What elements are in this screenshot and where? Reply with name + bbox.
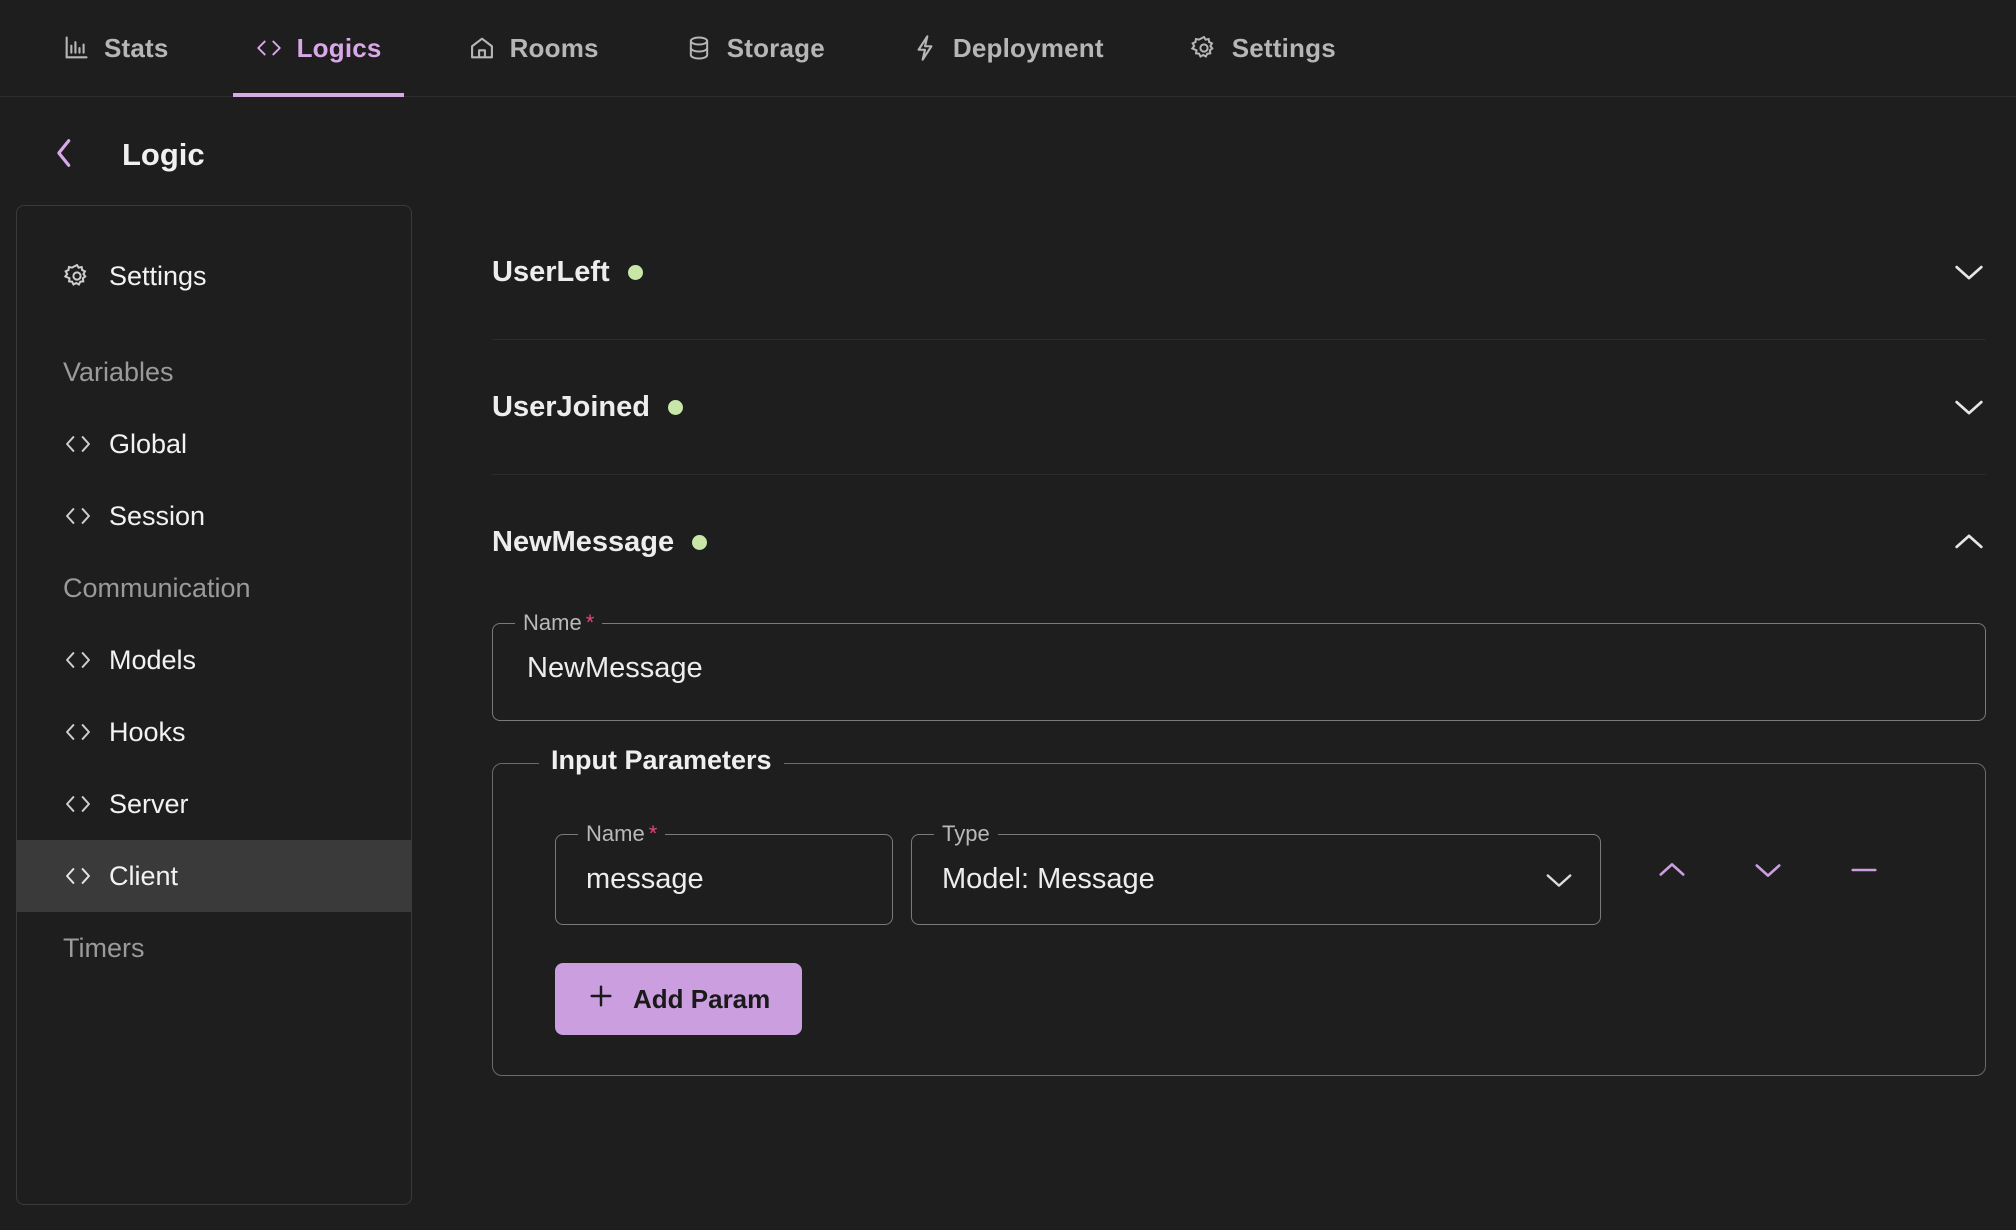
chevron-down-icon[interactable] <box>1952 390 1986 424</box>
status-dot <box>627 264 643 280</box>
sidebar-item-label: Server <box>109 788 189 819</box>
field-legend-text: Name <box>523 610 582 635</box>
nav-tab-storage[interactable]: Storage <box>663 0 847 97</box>
param-row-actions <box>1641 842 1895 904</box>
param-row: Name * message Type Model: Message <box>523 820 1955 925</box>
nav-tab-logics[interactable]: Logics <box>232 0 404 97</box>
field-legend: Name * <box>578 821 666 847</box>
code-brackets-icon <box>255 34 283 62</box>
add-param-button[interactable]: Add Param <box>555 963 803 1035</box>
code-brackets-icon <box>63 504 93 528</box>
chevron-up-icon[interactable] <box>1952 525 1986 559</box>
back-button[interactable] <box>48 138 82 172</box>
code-brackets-icon <box>63 432 93 456</box>
nav-tab-deployment[interactable]: Deployment <box>889 0 1126 97</box>
nav-tab-label: Storage <box>726 32 825 63</box>
chevron-down-icon[interactable] <box>1952 255 1986 289</box>
logic-name-field[interactable]: Name * NewMessage <box>492 610 1986 721</box>
plus-icon <box>587 982 615 1017</box>
sidebar-group-label: Variables <box>63 356 174 387</box>
sidebar-item-session[interactable]: Session <box>17 480 411 552</box>
sidebar-item-client[interactable]: Client <box>17 840 411 912</box>
required-marker: * <box>585 610 595 635</box>
chevron-down-icon[interactable] <box>1544 865 1574 895</box>
field-legend-text: Name <box>586 821 645 846</box>
sidebar-group-label: Communication <box>63 572 251 603</box>
sidebar-item-label: Global <box>109 428 188 459</box>
sidebar-item-label: Settings <box>109 260 207 291</box>
database-icon <box>685 34 713 62</box>
sidebar-item-label: Session <box>109 500 206 531</box>
accordion-title: UserLeft <box>492 255 610 288</box>
code-brackets-icon <box>63 720 93 744</box>
sidebar-item-server[interactable]: Server <box>17 768 411 840</box>
sidebar-item-settings[interactable]: Settings <box>17 240 411 312</box>
sidebar-group-variables: Variables <box>17 336 411 408</box>
sidebar-item-label: Models <box>109 644 197 675</box>
nav-tab-stats[interactable]: Stats <box>40 0 191 97</box>
nav-tab-label: Stats <box>104 32 169 63</box>
sidebar-item-hooks[interactable]: Hooks <box>17 696 411 768</box>
accordion-header[interactable]: UserJoined <box>492 340 1986 474</box>
accordion-userleft: UserLeft <box>492 205 1986 340</box>
page-title: Logic <box>122 137 205 172</box>
page-body: Settings Variables Global Session Commun <box>0 205 2016 1205</box>
nav-tab-label: Settings <box>1231 32 1336 63</box>
param-type-select[interactable]: Type Model: Message <box>911 821 1601 925</box>
accordion-userjoined: UserJoined <box>492 340 1986 475</box>
sidebar-item-models[interactable]: Models <box>17 624 411 696</box>
code-brackets-icon <box>63 792 93 816</box>
code-brackets-icon <box>63 648 93 672</box>
param-name-value: message <box>586 863 704 895</box>
home-icon <box>468 34 496 62</box>
accordion-header[interactable]: NewMessage <box>492 475 1986 609</box>
gear-icon <box>1190 34 1218 62</box>
accordion-title: NewMessage <box>492 525 675 558</box>
bar-chart-icon <box>62 34 90 62</box>
nav-tab-label: Logics <box>296 32 382 63</box>
add-param-label: Add Param <box>633 983 771 1014</box>
chevron-down-icon <box>1753 861 1783 884</box>
nav-tab-rooms[interactable]: Rooms <box>446 0 621 97</box>
move-up-button[interactable] <box>1641 842 1703 904</box>
nav-tab-label: Deployment <box>952 32 1104 63</box>
gear-icon <box>63 262 93 290</box>
logic-main-panel: UserLeft UserJoined NewMessage Name * Ne… <box>412 205 2016 1205</box>
nav-tab-settings[interactable]: Settings <box>1168 0 1358 97</box>
top-navigation-bar: Stats Logics Rooms Storage Deployment Se… <box>0 0 2016 97</box>
chevron-up-icon <box>1657 861 1687 884</box>
minus-icon <box>1849 861 1879 884</box>
required-marker: * <box>648 821 658 846</box>
input-parameters-group: Input Parameters Name * message Type Mode… <box>492 745 1986 1076</box>
input-parameters-legend: Input Parameters <box>539 745 784 776</box>
field-legend: Type <box>934 821 998 847</box>
param-name-field[interactable]: Name * message <box>555 821 893 925</box>
field-legend: Name * <box>515 610 603 636</box>
sidebar-item-label: Client <box>109 860 179 891</box>
remove-param-button[interactable] <box>1833 842 1895 904</box>
sidebar-group-timers: Timers <box>17 912 411 984</box>
lightning-bolt-icon <box>911 34 939 62</box>
accordion-newmessage: NewMessage Name * NewMessage Input Param… <box>492 475 1986 1076</box>
param-type-value: Model: Message <box>942 863 1155 895</box>
move-down-button[interactable] <box>1737 842 1799 904</box>
page-header: Logic <box>0 97 2016 205</box>
status-dot <box>692 534 708 550</box>
sidebar-group-label: Timers <box>63 932 145 963</box>
logic-sidebar: Settings Variables Global Session Commun <box>16 205 412 1205</box>
status-dot <box>667 399 683 415</box>
accordion-title: UserJoined <box>492 390 650 423</box>
accordion-header[interactable]: UserLeft <box>492 205 1986 339</box>
nav-tab-label: Rooms <box>509 32 599 63</box>
sidebar-item-label: Hooks <box>109 716 186 747</box>
sidebar-item-global[interactable]: Global <box>17 408 411 480</box>
sidebar-group-communication: Communication <box>17 552 411 624</box>
logic-name-value: NewMessage <box>527 652 703 684</box>
chevron-left-icon <box>52 137 78 174</box>
code-brackets-icon <box>63 864 93 888</box>
accordion-content: Name * NewMessage Input Parameters Name * … <box>492 610 1986 1076</box>
